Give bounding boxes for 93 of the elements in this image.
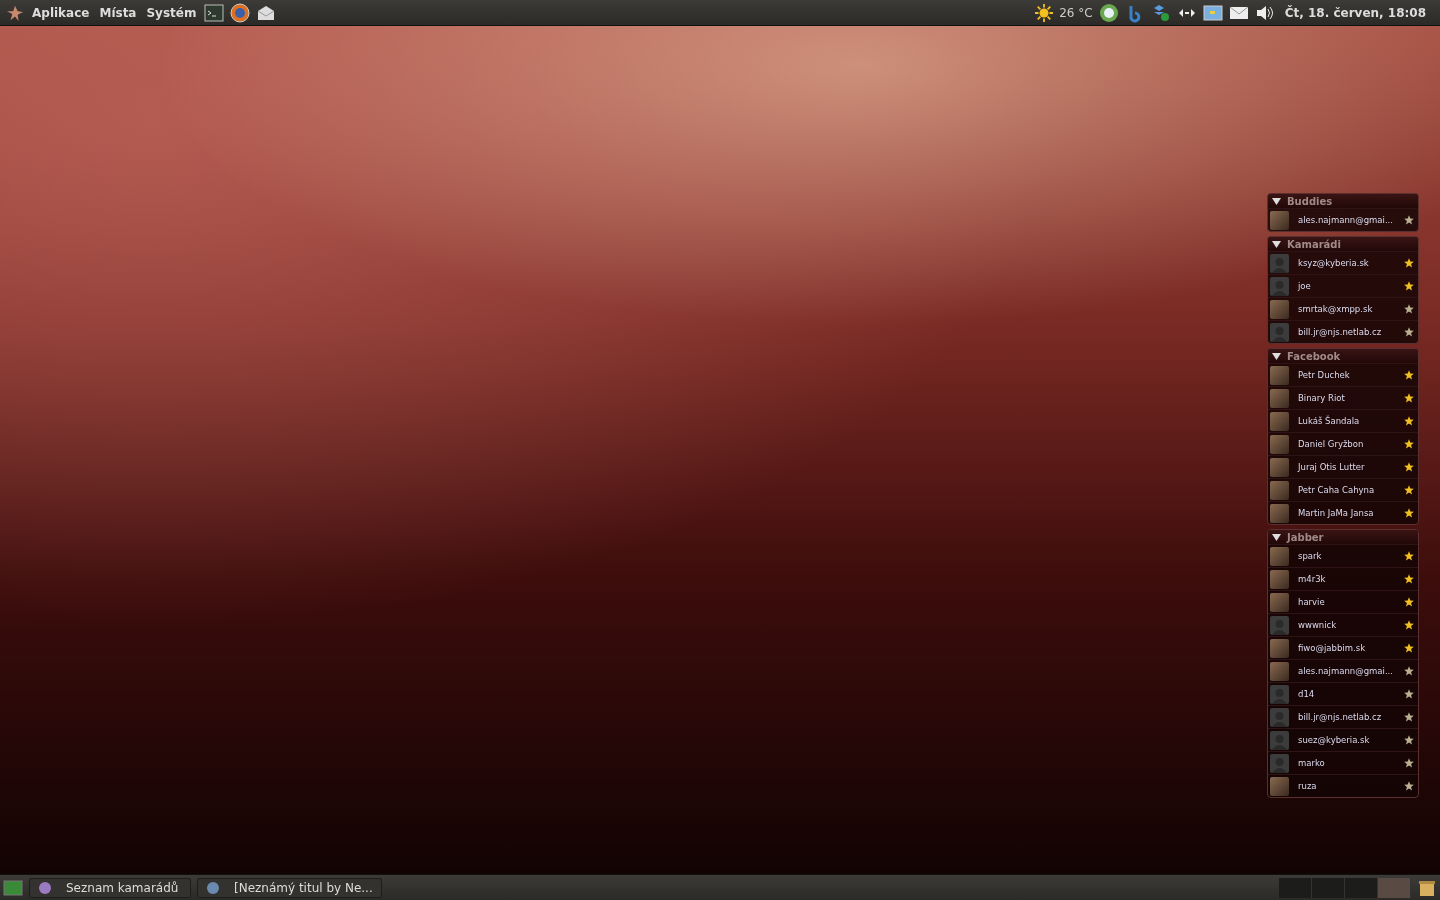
buddy-name: ksyz@kyberia.sk (1298, 258, 1370, 268)
photo-placeholder (1270, 411, 1289, 431)
buddy-row[interactable]: Petr Caha Cahyna (1268, 478, 1418, 501)
taskbar-button[interactable]: Seznam kamarádů (29, 877, 191, 898)
buddy-row[interactable]: joe (1268, 274, 1418, 297)
photo-placeholder (1270, 661, 1289, 681)
avatar-silhouette-icon (1270, 684, 1289, 704)
buddy-name: suez@kyberia.sk (1298, 735, 1371, 745)
buddy-row[interactable]: d14 (1268, 682, 1418, 705)
buddy-row[interactable]: m4r3k (1268, 567, 1418, 590)
photo-placeholder (1270, 638, 1289, 658)
buddy-name: harvie (1298, 597, 1326, 607)
photo-placeholder (1270, 434, 1289, 454)
buddy-row[interactable]: Martin JaMa Jansa (1268, 501, 1418, 524)
buddy-name: bill.jr@njs.netlab.cz (1298, 712, 1383, 722)
photo-placeholder (1270, 592, 1289, 612)
buddy-name: ales.najmann@gmai... (1298, 666, 1394, 676)
group-name: Facebook (1287, 350, 1341, 362)
photo-placeholder (1270, 569, 1289, 589)
buddy-name: Daniel Gryžbon (1298, 439, 1365, 449)
buddy-name: m4r3k (1298, 574, 1327, 584)
avatar-silhouette-icon (1270, 253, 1289, 273)
display-icon[interactable] (1202, 2, 1223, 23)
menu-item[interactable]: Aplikace (30, 5, 92, 20)
buddy-name: spark (1298, 551, 1323, 561)
temperature-text: 26 °C (1059, 5, 1093, 20)
app-icon (206, 880, 220, 895)
taskbar-button[interactable]: [Neznámý titul by Ne... (197, 877, 382, 898)
app-icon (38, 880, 52, 895)
group-header[interactable]: Jabber (1268, 530, 1418, 544)
clock-text[interactable]: Čt, 18. červen, 18:08 (1280, 5, 1434, 20)
photo-placeholder (1270, 546, 1289, 566)
photo-placeholder (1270, 210, 1289, 230)
avatar-silhouette-icon (1270, 276, 1289, 296)
buddy-name: Juraj Otis Lutter (1298, 462, 1366, 472)
workspace-cell[interactable] (1378, 877, 1411, 898)
buddy-row[interactable]: Binary Riot (1268, 386, 1418, 409)
buddy-name: smrtak@xmpp.sk (1298, 304, 1374, 314)
buddy-row[interactable]: marko (1268, 751, 1418, 774)
menu-item[interactable]: Systém (144, 5, 199, 20)
buddy-row[interactable]: fiwo@jabbim.sk (1268, 636, 1418, 659)
avatar-silhouette-icon (1270, 730, 1289, 750)
buddy-row[interactable]: Daniel Gryžbon (1268, 432, 1418, 455)
group-header[interactable]: Buddies (1268, 194, 1418, 208)
avatar-silhouette-icon (1270, 707, 1289, 727)
avatar-silhouette-icon (1270, 615, 1289, 635)
avatar-silhouette-icon (1270, 753, 1289, 773)
buddy-name: fiwo@jabbim.sk (1298, 643, 1367, 653)
group-header[interactable]: Kamarádi (1268, 237, 1418, 251)
photo-placeholder (1270, 299, 1289, 319)
buddy-name: marko (1298, 758, 1326, 768)
buddy-row[interactable]: harvie (1268, 590, 1418, 613)
group-name: Kamarádi (1287, 238, 1341, 250)
buddy-name: Binary Riot (1298, 393, 1346, 403)
buddy-name: bill.jr@njs.netlab.cz (1298, 327, 1383, 337)
buddy-name: Petr Duchek (1298, 370, 1351, 380)
buddy-row[interactable]: smrtak@xmpp.sk (1268, 297, 1418, 320)
terminal-icon[interactable] (204, 2, 225, 23)
buddy-row[interactable]: ales.najmann@gmai... (1268, 659, 1418, 682)
photo-placeholder (1270, 480, 1289, 500)
photo-placeholder (1270, 457, 1289, 477)
group-header[interactable]: Facebook (1268, 349, 1418, 363)
buddy-name: joe (1298, 281, 1312, 291)
buddy-row[interactable]: Lukáš Šandala (1268, 409, 1418, 432)
sun-icon (1035, 3, 1054, 22)
buddy-name: wwwnick (1298, 620, 1338, 630)
browser-globe-icon[interactable] (230, 2, 251, 23)
photo-placeholder (1270, 503, 1289, 523)
buddy-row[interactable]: bill.jr@njs.netlab.cz (1268, 320, 1418, 343)
buddy-row[interactable]: Petr Duchek (1268, 363, 1418, 386)
buddy-row[interactable]: bill.jr@njs.netlab.cz (1268, 705, 1418, 728)
buddy-name: d14 (1298, 689, 1316, 699)
buddy-row[interactable]: wwwnick (1268, 613, 1418, 636)
photo-placeholder (1270, 776, 1289, 796)
buddy-name: ruza (1298, 781, 1318, 791)
workspace-switcher[interactable] (1279, 877, 1411, 898)
photo-placeholder (1270, 388, 1289, 408)
avatar-silhouette-icon (1270, 322, 1289, 342)
buddy-name: Martin JaMa Jansa (1298, 508, 1375, 518)
buddy-name: Petr Caha Cahyna (1298, 485, 1376, 495)
buddy-row[interactable]: ruza (1268, 774, 1418, 797)
buddy-name: Lukáš Šandala (1298, 416, 1361, 426)
buddy-row[interactable]: spark (1268, 544, 1418, 567)
group-name: Jabber (1287, 531, 1324, 543)
group-name: Buddies (1287, 195, 1333, 207)
buddy-name: ales.najmann@gmai... (1298, 215, 1394, 225)
photo-placeholder (1270, 365, 1289, 385)
desktop-icon[interactable] (3, 877, 23, 898)
buddy-row[interactable]: ksyz@kyberia.sk (1268, 251, 1418, 274)
buddy-row[interactable]: suez@kyberia.sk (1268, 728, 1418, 751)
buddy-row[interactable]: ales.najmann@gmai... (1268, 208, 1418, 231)
buddy-row[interactable]: Juraj Otis Lutter (1268, 455, 1418, 478)
menu-item[interactable]: Místa (97, 5, 139, 20)
